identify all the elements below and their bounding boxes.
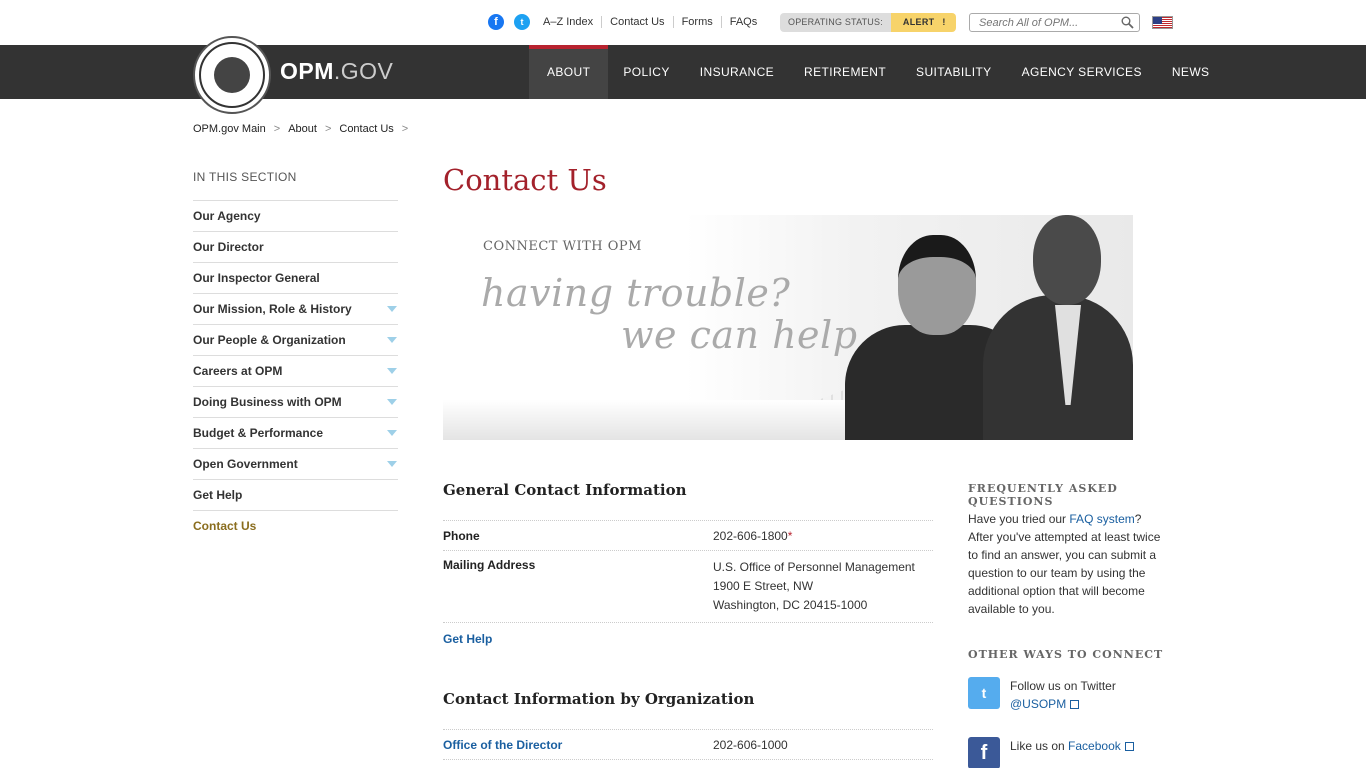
org-contact-title: Contact Information by Organization xyxy=(443,690,755,708)
org-contact-table: Office of the Director 202-606-1000 xyxy=(443,729,933,760)
sidebar-item-mission-role-history[interactable]: Our Mission, Role & History xyxy=(193,294,398,325)
twitter-handle-link[interactable]: @USOPM xyxy=(1010,697,1066,711)
office-of-director-phone: 202-606-1000 xyxy=(713,738,788,752)
breadcrumb-separator: > xyxy=(401,123,409,135)
twitter-connect: t Follow us on Twitter @USOPM xyxy=(968,677,1116,713)
banner-headline-1: having trouble? xyxy=(481,271,791,315)
sidebar-item-contact-us[interactable]: Contact Us xyxy=(193,511,398,542)
social-links: f t xyxy=(488,14,530,30)
footnote-asterisk: * xyxy=(787,529,793,543)
operating-status-value: ALERT xyxy=(902,17,935,27)
general-contact-table: Phone 202-606-1800* Mailing Address U.S.… xyxy=(443,520,933,623)
mailing-address-label: Mailing Address xyxy=(443,558,536,572)
general-contact-title: General Contact Information xyxy=(443,481,687,499)
expand-triangle-icon[interactable] xyxy=(387,306,397,312)
operating-status-label: OPERATING STATUS: xyxy=(780,13,891,32)
breadcrumb-contact-us[interactable]: Contact Us xyxy=(339,123,393,135)
main-nav: ABOUT POLICY INSURANCE RETIREMENT SUITAB… xyxy=(529,45,1224,99)
utility-link-contact-us[interactable]: Contact Us xyxy=(602,16,674,28)
operating-status[interactable]: OPERATING STATUS: ALERT ! xyxy=(780,13,956,32)
opm-seal-logo[interactable] xyxy=(193,36,271,114)
alert-exclamation-icon: ! xyxy=(942,17,946,27)
connect-panel: OTHER WAYS TO CONNECT xyxy=(968,648,1178,661)
breadcrumb: OPM.gov Main > About > Contact Us > xyxy=(193,123,408,135)
sidebar-item-people-organization[interactable]: Our People & Organization xyxy=(193,325,398,356)
expand-triangle-icon[interactable] xyxy=(387,461,397,467)
utility-bar: f t A–Z Index Contact Us Forms FAQs OPER… xyxy=(0,0,1366,45)
utility-links: A–Z Index Contact Us Forms FAQs xyxy=(543,16,765,28)
twitter-text: Follow us on Twitter xyxy=(1010,679,1116,693)
site-search xyxy=(969,13,1140,32)
operating-status-alert[interactable]: ALERT ! xyxy=(890,13,956,32)
sidebar-item-our-agency[interactable]: Our Agency xyxy=(193,201,398,232)
expand-triangle-icon[interactable] xyxy=(387,399,397,405)
sidebar-item-our-director[interactable]: Our Director xyxy=(193,232,398,263)
expand-triangle-icon[interactable] xyxy=(387,430,397,436)
facebook-connect: f Like us on Facebook xyxy=(968,737,1134,768)
external-link-icon xyxy=(1070,700,1080,709)
twitter-icon[interactable]: t xyxy=(968,677,1000,709)
sidebar-item-inspector-general[interactable]: Our Inspector General xyxy=(193,263,398,294)
sidebar-item-open-government[interactable]: Open Government xyxy=(193,449,398,480)
table-row: Office of the Director 202-606-1000 xyxy=(443,729,933,760)
search-icon[interactable] xyxy=(1121,16,1134,29)
faq-system-link[interactable]: FAQ system xyxy=(1069,512,1134,526)
table-row: Mailing Address U.S. Office of Personnel… xyxy=(443,550,933,623)
sidebar-item-doing-business[interactable]: Doing Business with OPM xyxy=(193,387,398,418)
utility-link-forms[interactable]: Forms xyxy=(674,16,722,28)
site-header: OPM.GOV ABOUT POLICY INSURANCE RETIREMEN… xyxy=(0,36,1366,114)
banner-headline-2: we can help xyxy=(621,313,858,357)
faq-text: Have you tried our FAQ system? After you… xyxy=(968,512,1161,616)
sidebar-item-careers[interactable]: Careers at OPM xyxy=(193,356,398,387)
nav-news[interactable]: NEWS xyxy=(1157,45,1225,99)
nav-suitability[interactable]: SUITABILITY xyxy=(901,45,1007,99)
search-input[interactable] xyxy=(979,16,1119,29)
facebook-link[interactable]: Facebook xyxy=(1068,739,1121,753)
get-help-link[interactable]: Get Help xyxy=(443,632,492,646)
section-sidebar: IN THIS SECTION Our Agency Our Director … xyxy=(193,170,398,542)
expand-triangle-icon[interactable] xyxy=(387,368,397,374)
nav-policy[interactable]: POLICY xyxy=(608,45,684,99)
site-brand[interactable]: OPM.GOV xyxy=(280,58,393,85)
sidebar-item-budget-performance[interactable]: Budget & Performance xyxy=(193,418,398,449)
connect-heading: OTHER WAYS TO CONNECT xyxy=(968,648,1164,661)
banner-eyebrow: CONNECT WITH OPM xyxy=(483,239,642,254)
nav-insurance[interactable]: INSURANCE xyxy=(685,45,789,99)
us-flag-icon[interactable] xyxy=(1152,16,1173,29)
table-row: Phone 202-606-1800* xyxy=(443,520,933,550)
nav-retirement[interactable]: RETIREMENT xyxy=(789,45,901,99)
breadcrumb-separator: > xyxy=(324,123,332,135)
phone-label: Phone xyxy=(443,529,480,543)
phone-value: 202-606-1800* xyxy=(713,529,793,543)
nav-about[interactable]: ABOUT xyxy=(529,45,609,99)
utility-link-faqs[interactable]: FAQs xyxy=(722,16,766,28)
twitter-icon[interactable]: t xyxy=(514,14,530,30)
utility-link-az-index[interactable]: A–Z Index xyxy=(543,16,603,28)
brand-name: OPM xyxy=(280,58,334,84)
brand-suffix: .GOV xyxy=(333,58,394,84)
facebook-text: Like us on xyxy=(1010,739,1069,753)
faq-heading: FREQUENTLY ASKED QUESTIONS xyxy=(968,482,1118,508)
external-link-icon xyxy=(1124,742,1134,751)
expand-triangle-icon[interactable] xyxy=(387,337,397,343)
mailing-address-value: U.S. Office of Personnel Management 1900… xyxy=(713,560,915,612)
connect-banner: CONNECT WITH OPM having trouble? we can … xyxy=(443,215,1133,440)
nav-agency-services[interactable]: AGENCY SERVICES xyxy=(1007,45,1157,99)
breadcrumb-opm-main[interactable]: OPM.gov Main xyxy=(193,123,266,135)
sidebar-item-get-help[interactable]: Get Help xyxy=(193,480,398,511)
office-of-director-link[interactable]: Office of the Director xyxy=(443,738,713,752)
facebook-icon[interactable]: f xyxy=(968,737,1000,768)
facebook-icon[interactable]: f xyxy=(488,14,504,30)
faq-panel: FREQUENTLY ASKED QUESTIONS xyxy=(968,482,1178,508)
breadcrumb-separator: > xyxy=(273,123,281,135)
page-title: Contact Us xyxy=(443,163,607,197)
breadcrumb-about[interactable]: About xyxy=(288,123,317,135)
sidebar-heading: IN THIS SECTION xyxy=(193,170,398,201)
